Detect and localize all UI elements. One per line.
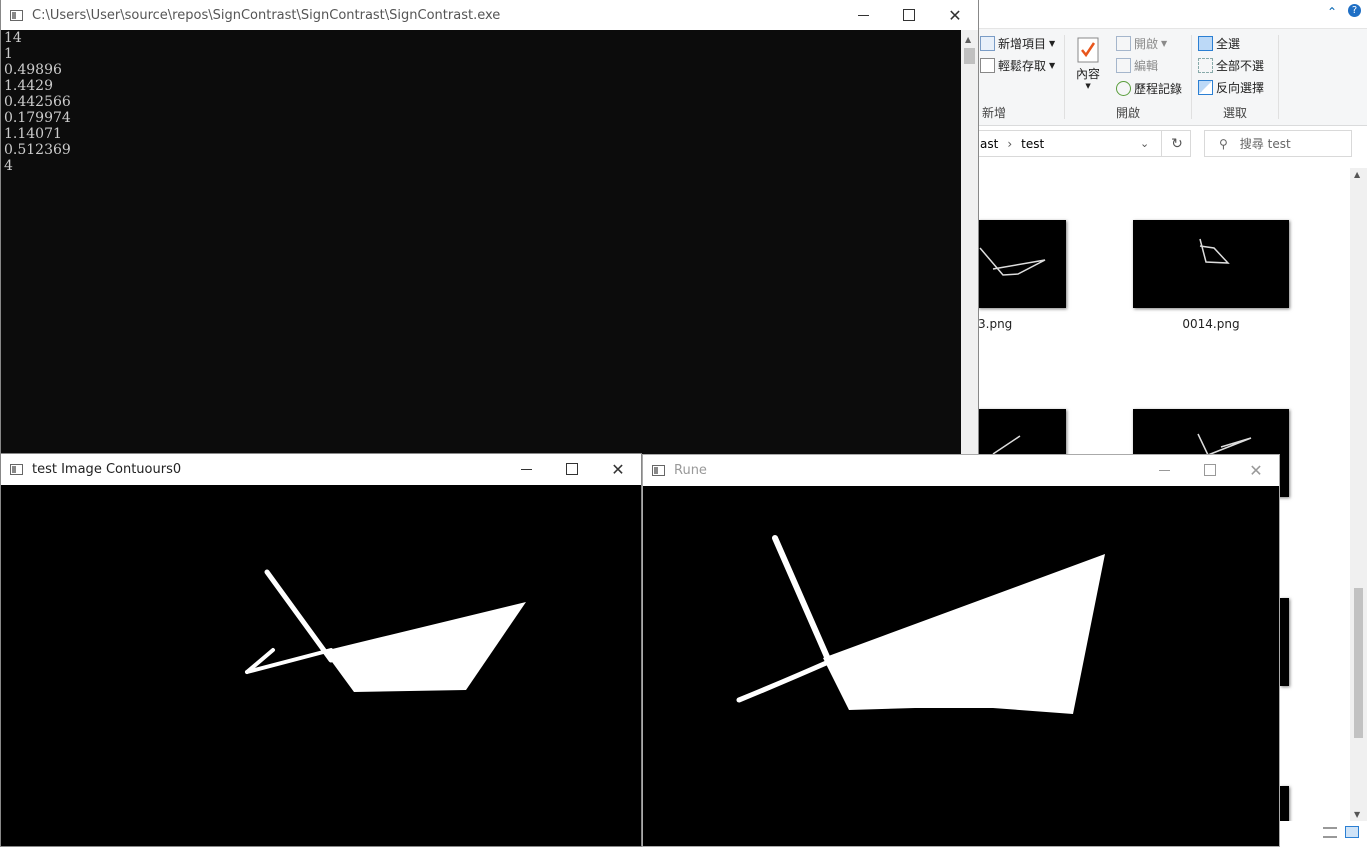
properties-button[interactable]: 內容 ▼ bbox=[1076, 37, 1100, 90]
contours-titlebar[interactable]: test Image Contuours0 ✕ bbox=[1, 454, 641, 484]
maximize-icon bbox=[566, 463, 578, 475]
window-title: Rune bbox=[674, 462, 707, 478]
maximize-icon bbox=[903, 9, 915, 21]
open-button[interactable]: 開啟 ▼ bbox=[1116, 35, 1167, 52]
scroll-down-icon[interactable]: ▼ bbox=[1354, 810, 1360, 819]
maximize-button[interactable] bbox=[549, 454, 595, 484]
rune-image-window: Rune ✕ bbox=[642, 454, 1280, 847]
file-thumbnail[interactable] bbox=[1280, 786, 1289, 822]
minimize-icon bbox=[1158, 469, 1170, 471]
select-all-icon bbox=[1198, 36, 1213, 51]
ribbon-separator bbox=[1278, 35, 1279, 119]
address-bar[interactable]: ast › test ⌄ bbox=[978, 130, 1191, 157]
address-dropdown-icon[interactable]: ⌄ bbox=[1140, 137, 1149, 150]
minimize-icon bbox=[520, 468, 532, 470]
edit-icon bbox=[1116, 58, 1131, 73]
open-icon bbox=[1116, 36, 1131, 51]
ribbon-group-select: 全選 全部不選 反向選擇 選取 bbox=[1192, 29, 1278, 125]
close-button[interactable]: ✕ bbox=[1233, 455, 1279, 485]
invert-selection-icon bbox=[1198, 80, 1213, 95]
dropdown-arrow-icon: ▼ bbox=[1049, 39, 1056, 48]
console-app-icon bbox=[10, 9, 23, 21]
file-thumbnail[interactable] bbox=[1280, 598, 1289, 686]
scroll-up-icon[interactable]: ▲ bbox=[1354, 170, 1360, 179]
select-none-icon bbox=[1198, 58, 1213, 73]
dropdown-arrow-icon: ▼ bbox=[1085, 82, 1091, 90]
file-name[interactable]: 3.png bbox=[978, 317, 1012, 331]
thumbnail-image bbox=[1199, 238, 1230, 264]
close-icon: ✕ bbox=[948, 5, 962, 25]
search-icon: ⚲ bbox=[1219, 136, 1228, 151]
contours-image-window: test Image Contuours0 ✕ bbox=[0, 453, 642, 847]
ribbon-group-open: 內容 ▼ 開啟 ▼ 編輯 歷程記錄 開啟 bbox=[1066, 29, 1190, 125]
properties-checkmark-icon bbox=[1077, 37, 1099, 63]
edit-button[interactable]: 編輯 bbox=[1116, 57, 1158, 74]
contours-image bbox=[1, 485, 641, 846]
history-icon bbox=[1116, 81, 1131, 96]
close-icon: ✕ bbox=[611, 459, 625, 479]
rune-image bbox=[643, 486, 1279, 846]
refresh-icon[interactable]: ↻ bbox=[1161, 130, 1192, 157]
select-none-button[interactable]: 全部不選 bbox=[1198, 57, 1264, 74]
ribbon-group-new: 新增項目 ▼ 輕鬆存取 ▼ 新增 bbox=[978, 29, 1063, 125]
scrollbar-thumb[interactable] bbox=[964, 48, 975, 64]
file-thumbnail[interactable] bbox=[978, 220, 1066, 308]
details-view-icon[interactable] bbox=[1323, 827, 1337, 838]
minimize-button[interactable] bbox=[503, 454, 549, 484]
group-label-new: 新增 bbox=[982, 106, 1007, 120]
minimize-button[interactable] bbox=[840, 0, 886, 30]
minimize-button[interactable] bbox=[1141, 455, 1187, 485]
group-label-select: 選取 bbox=[1222, 106, 1247, 120]
group-label-open: 開啟 bbox=[1115, 106, 1140, 120]
ribbon-separator bbox=[1064, 35, 1065, 119]
window-app-icon bbox=[10, 463, 23, 475]
file-name[interactable]: 0014.png bbox=[1133, 317, 1289, 331]
window-title: test Image Contuours0 bbox=[32, 461, 182, 477]
vertical-scrollbar[interactable]: ▲ ▼ bbox=[1350, 168, 1367, 821]
rune-titlebar[interactable]: Rune ✕ bbox=[643, 455, 1279, 485]
console-output[interactable]: 14 1 0.49896 1.4429 0.442566 0.179974 1.… bbox=[1, 30, 963, 469]
ribbon: 新增項目 ▼ 輕鬆存取 ▼ 新增 內容 ▼ 開啟 ▼ 編輯 歷程記錄 開啟 全選… bbox=[978, 28, 1367, 126]
new-item-icon bbox=[980, 36, 995, 51]
help-icon[interactable]: ? bbox=[1348, 4, 1361, 17]
large-icons-view-icon[interactable] bbox=[1345, 826, 1359, 838]
window-title: C:\Users\User\source\repos\SignContrast\… bbox=[32, 7, 501, 23]
select-all-button[interactable]: 全選 bbox=[1198, 35, 1240, 52]
maximize-button[interactable] bbox=[886, 0, 932, 30]
file-thumbnail[interactable] bbox=[1133, 220, 1289, 308]
minimize-icon bbox=[857, 14, 869, 16]
easy-access-button[interactable]: 輕鬆存取 ▼ bbox=[980, 57, 1055, 74]
close-button[interactable]: ✕ bbox=[595, 454, 641, 484]
dropdown-arrow-icon: ▼ bbox=[1161, 39, 1168, 48]
console-window: C:\Users\User\source\repos\SignContrast\… bbox=[0, 0, 979, 470]
maximize-button[interactable] bbox=[1187, 455, 1233, 485]
collapse-ribbon-icon[interactable]: ⌃ bbox=[1327, 5, 1337, 19]
thumbnail-image bbox=[979, 247, 1046, 276]
window-app-icon bbox=[652, 464, 665, 476]
history-button[interactable]: 歷程記錄 bbox=[1116, 80, 1182, 97]
console-titlebar[interactable]: C:\Users\User\source\repos\SignContrast\… bbox=[1, 0, 978, 30]
close-icon: ✕ bbox=[1249, 460, 1263, 480]
easy-access-icon bbox=[980, 58, 995, 73]
new-item-button[interactable]: 新增項目 ▼ bbox=[980, 35, 1055, 52]
scrollbar-thumb[interactable] bbox=[1354, 588, 1363, 738]
invert-selection-button[interactable]: 反向選擇 bbox=[1198, 79, 1264, 96]
console-text: 14 1 0.49896 1.4429 0.442566 0.179974 1.… bbox=[4, 30, 71, 174]
search-input[interactable]: ⚲ 搜尋 test bbox=[1204, 130, 1352, 157]
close-button[interactable]: ✕ bbox=[932, 0, 978, 30]
scroll-up-icon[interactable]: ▲ bbox=[965, 35, 971, 44]
maximize-icon bbox=[1204, 464, 1216, 476]
console-scrollbar[interactable]: ▲ bbox=[961, 30, 978, 469]
dropdown-arrow-icon: ▼ bbox=[1049, 61, 1056, 70]
